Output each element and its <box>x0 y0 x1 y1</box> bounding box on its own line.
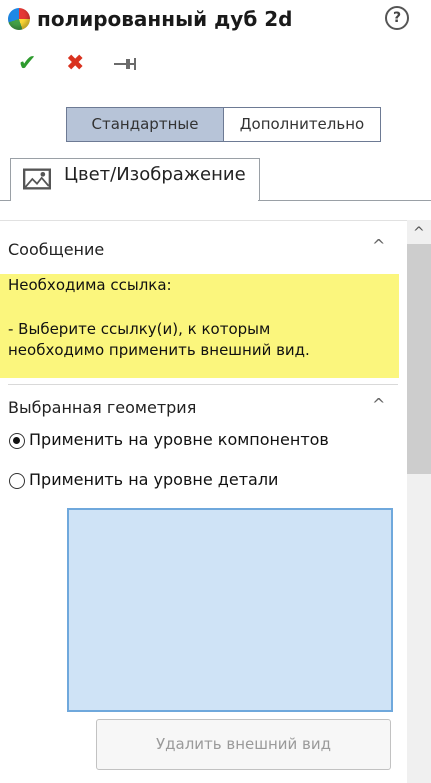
radio-part-level-label[interactable]: Применить на уровне детали <box>29 470 278 489</box>
tab-strip-divider <box>258 200 431 201</box>
tab-strip-divider <box>0 200 10 201</box>
message-section-title: Сообщение <box>8 240 105 259</box>
panel-top-border <box>0 220 431 221</box>
scrollbar-thumb[interactable] <box>407 244 431 474</box>
scroll-up-icon[interactable]: ^ <box>413 226 425 240</box>
message-line: Необходима ссылка: <box>8 276 172 294</box>
tab-advanced[interactable]: Дополнительно <box>223 107 381 142</box>
pin-icon[interactable] <box>112 53 138 75</box>
message-line: - Выберите ссылку(и), к которым <box>8 320 271 338</box>
cancel-icon[interactable]: ✖ <box>66 53 84 75</box>
collapse-message-icon[interactable]: ^ <box>372 236 385 255</box>
radio-component-level[interactable] <box>9 433 25 449</box>
image-icon <box>23 168 51 190</box>
message-line: необходимо применить внешний вид. <box>8 341 310 359</box>
section-divider <box>8 384 398 385</box>
help-icon[interactable]: ? <box>385 6 409 30</box>
tab-standard[interactable]: Стандартные <box>66 107 224 142</box>
remove-appearance-button[interactable]: Удалить внешний вид <box>96 719 391 770</box>
appearance-title: полированный дуб 2d <box>37 7 293 31</box>
ok-icon[interactable]: ✔ <box>18 53 36 75</box>
tab-color-image-label: Цвет/Изображение <box>64 164 246 185</box>
collapse-geometry-icon[interactable]: ^ <box>372 395 385 414</box>
geometry-section-title: Выбранная геометрия <box>8 398 197 417</box>
appearance-icon <box>8 8 30 30</box>
radio-component-level-label[interactable]: Применить на уровне компонентов <box>29 430 329 449</box>
radio-part-level[interactable] <box>9 473 25 489</box>
geometry-selection-list[interactable] <box>67 508 393 712</box>
